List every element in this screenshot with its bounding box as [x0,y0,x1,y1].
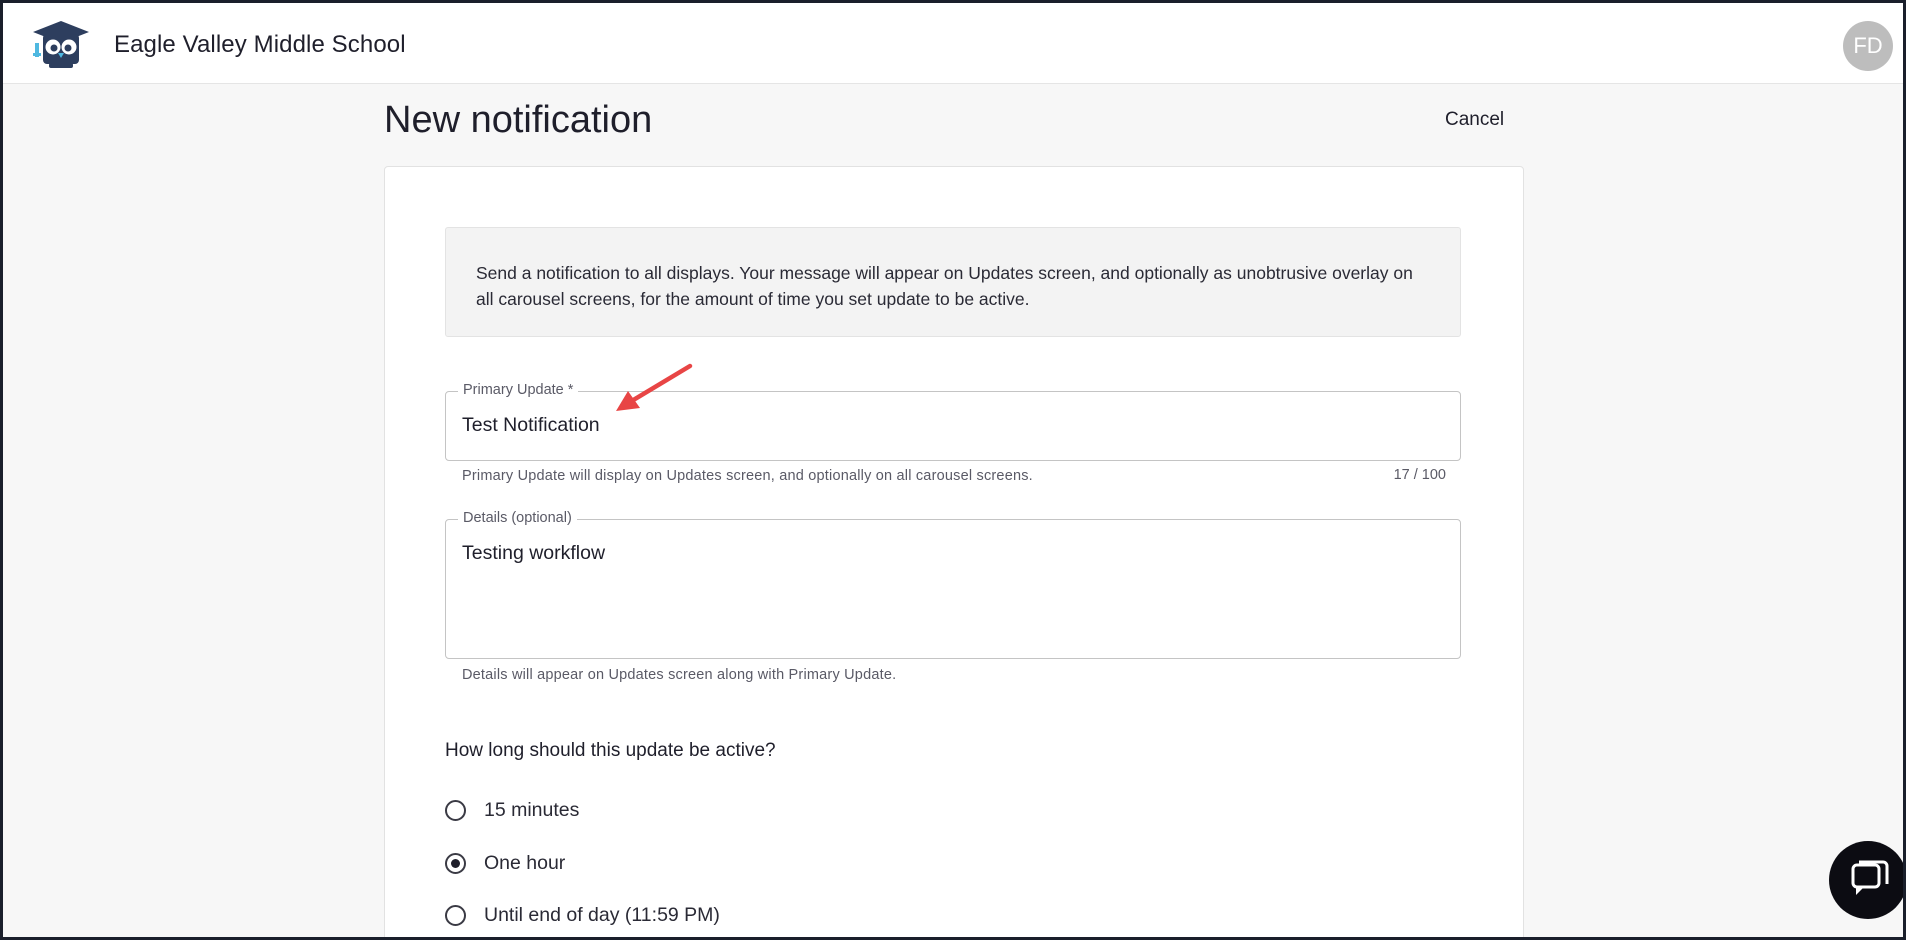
radio-unchecked-icon[interactable] [445,800,466,821]
primary-update-field[interactable]: Primary Update * Test Notification [445,382,1461,461]
primary-update-label: Primary Update * [458,382,579,398]
radio-label: Until end of day (11:59 PM) [484,904,720,926]
primary-update-helper: Primary Update will display on Updates s… [462,468,1033,484]
radio-label: One hour [484,852,566,874]
chat-bubble-icon [1851,860,1889,895]
cancel-button[interactable]: Cancel [1437,105,1512,135]
school-name: Eagle Valley Middle School [114,31,406,58]
top-bar: Eagle Valley Middle School FD [3,3,1903,84]
user-avatar[interactable]: FD [1843,21,1893,71]
chat-support-button[interactable] [1829,841,1903,919]
radio-dot [451,859,460,868]
notification-form-card: Send a notification to all displays. You… [384,166,1524,937]
details-helper: Details will appear on Updates screen al… [462,667,897,683]
radio-unchecked-icon[interactable] [445,905,466,926]
annotation-arrow-icon [616,363,693,411]
app-window: Eagle Valley Middle School FD New notifi… [3,3,1903,937]
page-title: New notification [384,99,653,141]
radio-checked-icon[interactable] [445,853,466,874]
details-field[interactable]: Details (optional) Testing workflow [445,510,1461,659]
details-textarea[interactable]: Testing workflow [462,542,605,565]
primary-update-input[interactable]: Test Notification [462,414,600,437]
radio-label: 15 minutes [484,799,580,821]
details-label: Details (optional) [458,510,577,526]
school-owl-logo-icon[interactable] [31,19,91,71]
info-message: Send a notification to all displays. You… [445,227,1461,337]
duration-question: How long should this update be active? [445,740,776,761]
primary-update-char-counter: 17 / 100 [1393,467,1446,483]
